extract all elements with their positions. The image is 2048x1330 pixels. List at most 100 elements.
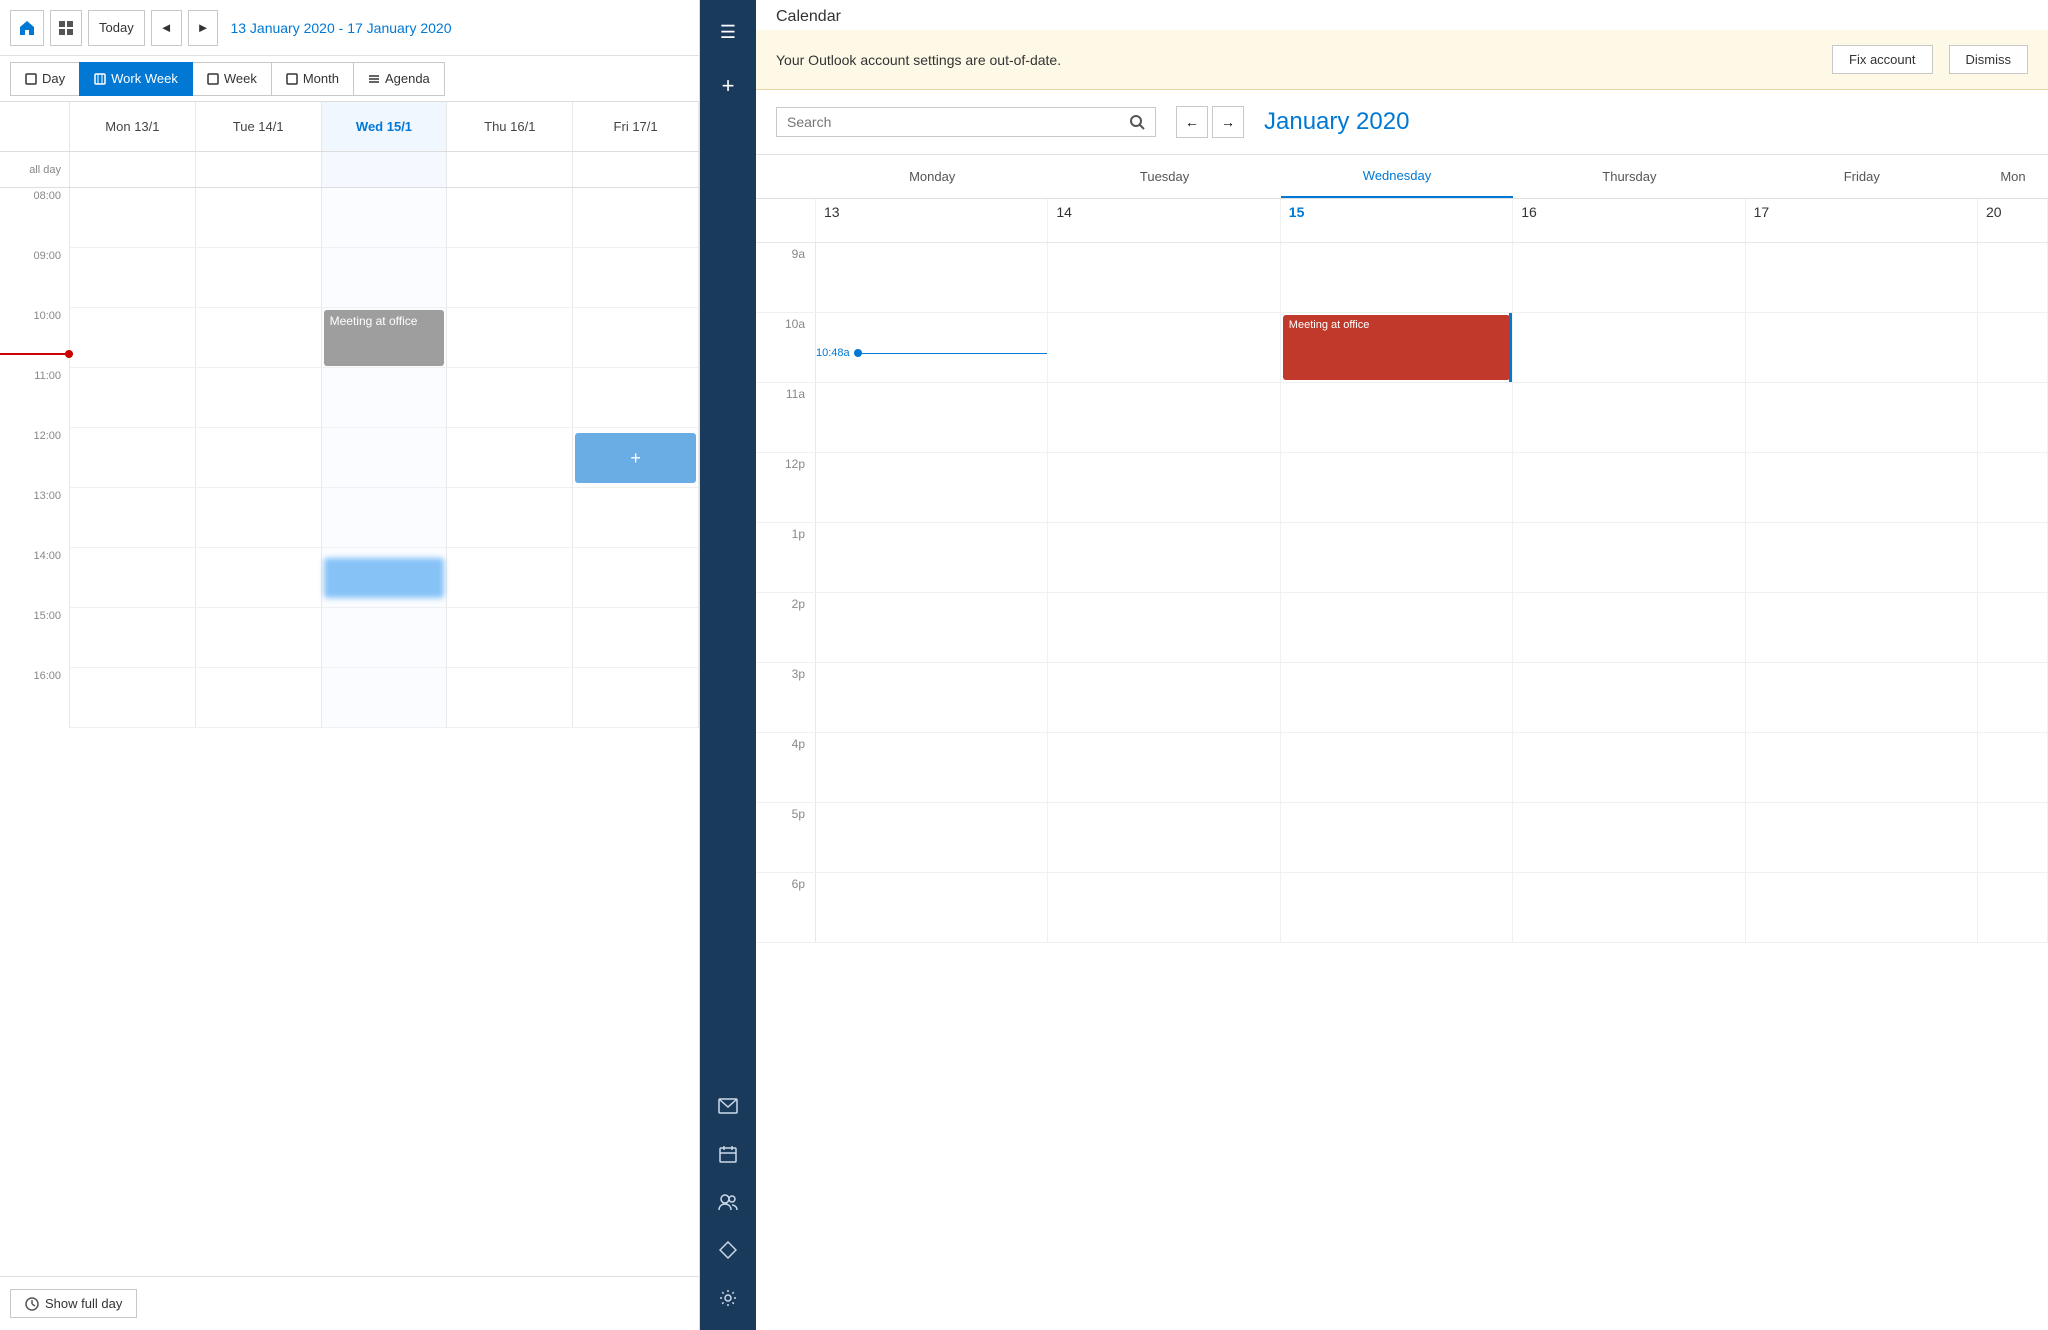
cell-1100-thu[interactable] <box>447 368 573 428</box>
prev-button[interactable]: ◄ <box>151 10 182 46</box>
cell-1200-mon[interactable] <box>70 428 196 488</box>
tab-week[interactable]: Week <box>192 62 272 96</box>
cell-1500-fri[interactable] <box>573 608 699 668</box>
mini-date-13[interactable]: 13 <box>816 199 1048 242</box>
cell-0800-mon[interactable] <box>70 188 196 248</box>
mini-cell-3p-mon[interactable] <box>816 663 1048 732</box>
mini-cell-9a-fri[interactable] <box>1746 243 1978 312</box>
tab-work-week[interactable]: Work Week <box>79 62 193 96</box>
cell-1600-fri[interactable] <box>573 668 699 728</box>
cell-0800-fri[interactable] <box>573 188 699 248</box>
meeting-office-event[interactable]: Meeting at office <box>324 310 445 366</box>
cell-1000-wed[interactable]: Meeting at office <box>322 308 448 368</box>
mini-date-20[interactable]: 20 <box>1978 199 2048 242</box>
hamburger-menu[interactable]: ☰ <box>706 10 750 54</box>
mini-cell-6p-thu[interactable] <box>1513 873 1745 942</box>
mini-cell-11a-mon2[interactable] <box>1978 383 2048 452</box>
mini-cell-12p-wed[interactable] <box>1281 453 1513 522</box>
mini-date-15[interactable]: 15 <box>1281 199 1513 242</box>
time-grid[interactable]: 08:00 09:00 10:00 <box>0 188 699 1276</box>
people-nav-item[interactable] <box>706 1180 750 1224</box>
mini-cell-6p-wed[interactable] <box>1281 873 1513 942</box>
cell-0800-tue[interactable] <box>196 188 322 248</box>
search-input[interactable] <box>787 114 1121 130</box>
mini-date-17[interactable]: 17 <box>1746 199 1978 242</box>
fix-account-button[interactable]: Fix account <box>1832 45 1932 74</box>
show-full-day-button[interactable]: Show full day <box>10 1289 137 1318</box>
blurred-event[interactable] <box>324 558 445 598</box>
mini-cell-4p-wed[interactable] <box>1281 733 1513 802</box>
mini-cell-10a-fri[interactable] <box>1746 313 1978 382</box>
calendar-nav-item[interactable] <box>706 1132 750 1176</box>
mini-cell-2p-fri[interactable] <box>1746 593 1978 662</box>
cell-0900-wed[interactable] <box>322 248 448 308</box>
cell-0900-mon[interactable] <box>70 248 196 308</box>
mini-cell-6p-tue[interactable] <box>1048 873 1280 942</box>
mini-cell-5p-mon2[interactable] <box>1978 803 2048 872</box>
cell-1000-tue[interactable] <box>196 308 322 368</box>
mini-cell-5p-fri[interactable] <box>1746 803 1978 872</box>
mini-cell-10a-thu[interactable] <box>1513 313 1745 382</box>
next-button[interactable]: ► <box>188 10 219 46</box>
cell-1300-mon[interactable] <box>70 488 196 548</box>
mini-cell-10a-mon2[interactable] <box>1978 313 2048 382</box>
cell-1400-fri[interactable] <box>573 548 699 608</box>
mail-nav-item[interactable] <box>706 1084 750 1128</box>
tab-agenda[interactable]: Agenda <box>353 62 445 96</box>
allday-tue[interactable] <box>196 152 322 187</box>
mini-cell-10a-wed[interactable]: Meeting at office <box>1281 313 1513 382</box>
mini-cell-6p-mon2[interactable] <box>1978 873 2048 942</box>
cell-1300-wed[interactable] <box>322 488 448 548</box>
cell-1400-thu[interactable] <box>447 548 573 608</box>
mini-cell-9a-tue[interactable] <box>1048 243 1280 312</box>
mini-cell-3p-thu[interactable] <box>1513 663 1745 732</box>
cell-1100-wed[interactable] <box>322 368 448 428</box>
mini-cell-10a-tue[interactable] <box>1048 313 1280 382</box>
mini-cell-5p-tue[interactable] <box>1048 803 1280 872</box>
mini-cell-11a-fri[interactable] <box>1746 383 1978 452</box>
mini-cell-4p-mon[interactable] <box>816 733 1048 802</box>
mini-cell-1p-fri[interactable] <box>1746 523 1978 592</box>
mini-cell-9a-mon2[interactable] <box>1978 243 2048 312</box>
mini-cell-3p-mon2[interactable] <box>1978 663 2048 732</box>
cell-1400-tue[interactable] <box>196 548 322 608</box>
allday-wed[interactable] <box>322 152 448 187</box>
mini-cell-5p-mon[interactable] <box>816 803 1048 872</box>
mini-cell-12p-mon2[interactable] <box>1978 453 2048 522</box>
mini-cell-4p-mon2[interactable] <box>1978 733 2048 802</box>
mini-cell-9a-mon[interactable] <box>816 243 1048 312</box>
mini-cell-4p-fri[interactable] <box>1746 733 1978 802</box>
today-button[interactable]: Today <box>88 10 145 46</box>
search-box[interactable] <box>776 107 1156 137</box>
allday-mon[interactable] <box>70 152 196 187</box>
cell-1600-mon[interactable] <box>70 668 196 728</box>
allday-thu[interactable] <box>447 152 573 187</box>
mini-cell-11a-tue[interactable] <box>1048 383 1280 452</box>
cell-1100-mon[interactable] <box>70 368 196 428</box>
mini-cell-6p-fri[interactable] <box>1746 873 1978 942</box>
cell-0900-fri[interactable] <box>573 248 699 308</box>
cell-1600-wed[interactable] <box>322 668 448 728</box>
cell-1500-thu[interactable] <box>447 608 573 668</box>
cell-1300-thu[interactable] <box>447 488 573 548</box>
add-item-button[interactable]: + <box>706 64 750 108</box>
mini-cell-2p-wed[interactable] <box>1281 593 1513 662</box>
cell-1500-tue[interactable] <box>196 608 322 668</box>
cell-1400-mon[interactable] <box>70 548 196 608</box>
mini-meeting-event[interactable]: Meeting at office <box>1283 315 1510 380</box>
prev-month-button[interactable]: ← <box>1176 106 1208 138</box>
mini-cell-5p-thu[interactable] <box>1513 803 1745 872</box>
cell-1000-fri[interactable] <box>573 308 699 368</box>
cell-1600-thu[interactable] <box>447 668 573 728</box>
tasks-nav-item[interactable] <box>706 1228 750 1272</box>
mini-cell-10a-mon[interactable]: 10:48a <box>816 313 1048 382</box>
mini-cell-11a-mon[interactable] <box>816 383 1048 452</box>
mini-cell-3p-fri[interactable] <box>1746 663 1978 732</box>
mini-cell-12p-thu[interactable] <box>1513 453 1745 522</box>
mini-cell-12p-fri[interactable] <box>1746 453 1978 522</box>
mini-cell-12p-mon[interactable] <box>816 453 1048 522</box>
cell-1500-wed[interactable] <box>322 608 448 668</box>
cell-1300-tue[interactable] <box>196 488 322 548</box>
grid-button[interactable] <box>50 10 82 46</box>
mini-cell-9a-wed[interactable] <box>1281 243 1513 312</box>
